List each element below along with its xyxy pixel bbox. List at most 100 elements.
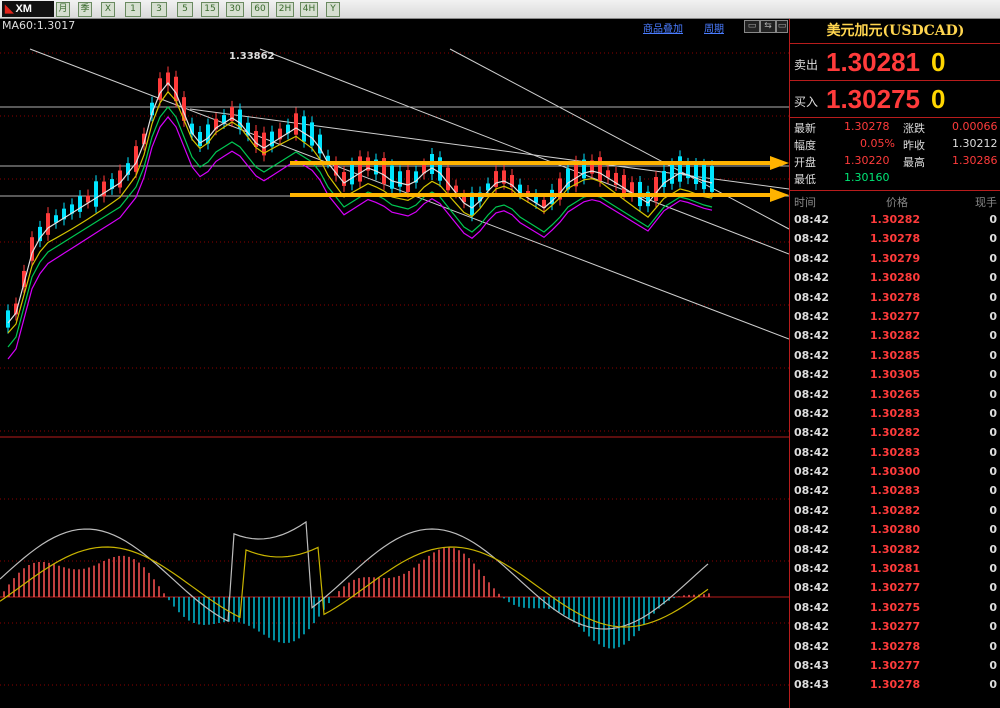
tick-price: 1.30279 bbox=[870, 251, 921, 265]
tick-volume: 0 bbox=[989, 251, 997, 265]
candle-body bbox=[118, 170, 122, 188]
tick-row: 08:42 1.30277 0 bbox=[790, 578, 1000, 597]
tick-time: 08:42 bbox=[794, 465, 830, 479]
tick-volume: 0 bbox=[989, 213, 997, 226]
period-button-2h[interactable]: 2H bbox=[276, 2, 294, 17]
open-value: 1.30220 bbox=[844, 154, 890, 167]
xm-logo: ◣ XM bbox=[2, 1, 54, 17]
tick-time: 08:42 bbox=[794, 387, 830, 401]
tick-time: 08:43 bbox=[794, 658, 830, 672]
tick-row: 08:42 1.30300 0 bbox=[790, 462, 1000, 481]
tick-row: 08:42 1.30265 0 bbox=[790, 385, 1000, 404]
tick-time: 08:42 bbox=[794, 406, 830, 420]
tick-price: 1.30277 bbox=[870, 658, 921, 672]
tick-price: 1.30278 bbox=[870, 232, 921, 246]
period-button-15[interactable]: 15 bbox=[201, 2, 219, 17]
latest-label: 最新 bbox=[794, 122, 816, 135]
tick-time: 08:42 bbox=[794, 503, 830, 517]
tick-row: 08:42 1.30283 0 bbox=[790, 404, 1000, 423]
amplitude-label: 幅度 bbox=[794, 139, 816, 152]
tick-time: 08:42 bbox=[794, 251, 830, 265]
candle-body bbox=[446, 167, 450, 191]
candle-body bbox=[294, 113, 298, 135]
layout-button-3[interactable]: ▭ bbox=[776, 20, 788, 33]
candle-body bbox=[438, 157, 442, 181]
tick-row: 08:42 1.30285 0 bbox=[790, 346, 1000, 365]
candle-body bbox=[94, 181, 98, 207]
cycle-link[interactable]: 周期 bbox=[704, 20, 724, 35]
period-button-y[interactable]: Y bbox=[326, 2, 340, 17]
candle-body bbox=[654, 177, 658, 201]
tick-price: 1.30282 bbox=[870, 503, 921, 517]
candle-body bbox=[358, 156, 362, 182]
tick-row: 08:42 1.30280 0 bbox=[790, 268, 1000, 287]
sell-quote-row[interactable]: 卖出 1.30281 0 bbox=[790, 44, 1000, 81]
tick-row: 08:42 1.30283 0 bbox=[790, 443, 1000, 462]
tick-volume: 0 bbox=[989, 329, 997, 343]
tick-time: 08:42 bbox=[794, 290, 830, 304]
tick-list[interactable]: 08:42 1.30282 0 08:42 1.30278 0 08:42 1.30279 0 0… bbox=[790, 210, 1000, 695]
tick-price: 1.30300 bbox=[870, 465, 921, 479]
tick-volume: 0 bbox=[989, 503, 997, 517]
tick-price: 1.30283 bbox=[870, 484, 921, 498]
ma-line-green bbox=[7, 106, 713, 348]
tick-time: 08:42 bbox=[794, 271, 830, 285]
buy-quote-row[interactable]: 买入 1.30275 0 bbox=[790, 81, 1000, 118]
candle-body bbox=[310, 122, 314, 146]
tick-row: 08:42 1.30282 0 bbox=[790, 423, 1000, 442]
kline-chart-area[interactable] bbox=[0, 19, 789, 708]
candle-body bbox=[350, 163, 354, 185]
tick-row: 08:42 1.30277 0 bbox=[790, 617, 1000, 636]
tick-price: 1.30282 bbox=[870, 329, 921, 343]
tick-price: 1.30275 bbox=[870, 600, 921, 614]
tick-volume: 0 bbox=[989, 484, 997, 498]
tick-volume: 0 bbox=[989, 445, 997, 459]
candle-body bbox=[566, 168, 570, 190]
ticks-header-price: 价格 bbox=[886, 196, 908, 209]
layout-button-2[interactable]: ⇆ bbox=[760, 20, 776, 33]
buy-price: 1.30275 bbox=[826, 84, 920, 114]
tick-price: 1.30281 bbox=[870, 562, 921, 576]
period-button-60[interactable]: 60 bbox=[251, 2, 269, 17]
annotation-arrow-lower-head bbox=[770, 188, 789, 202]
period-button-30[interactable]: 30 bbox=[226, 2, 244, 17]
period-button-5[interactable]: 5 bbox=[177, 2, 193, 17]
symbol-title: 美元加元(USDCAD) bbox=[790, 19, 1000, 44]
tick-price: 1.30280 bbox=[870, 523, 921, 537]
layout-button-1[interactable]: ▭ bbox=[744, 20, 760, 33]
tick-row: 08:42 1.30282 0 bbox=[790, 540, 1000, 559]
tick-volume: 0 bbox=[989, 581, 997, 595]
ma-line-white bbox=[7, 82, 713, 324]
tick-volume: 0 bbox=[989, 290, 997, 304]
tick-time: 08:42 bbox=[794, 348, 830, 362]
tick-row: 08:42 1.30282 0 bbox=[790, 326, 1000, 345]
add-product-link[interactable]: 商品叠加 bbox=[643, 20, 683, 35]
tick-price: 1.30265 bbox=[870, 387, 921, 401]
period-button-3[interactable]: 3 bbox=[151, 2, 167, 17]
tick-volume: 0 bbox=[989, 232, 997, 246]
chart-canvas[interactable] bbox=[0, 19, 789, 708]
period-button-4h[interactable]: 4H bbox=[300, 2, 318, 17]
ticks-header-volume: 现手 bbox=[975, 196, 997, 209]
tick-price: 1.30278 bbox=[870, 678, 921, 692]
tick-row: 08:42 1.30281 0 bbox=[790, 559, 1000, 578]
period-button-quarter[interactable]: 季 bbox=[78, 2, 92, 17]
tick-volume: 0 bbox=[989, 465, 997, 479]
tick-price: 1.30277 bbox=[870, 581, 921, 595]
ticks-header-time: 时间 bbox=[794, 196, 816, 209]
period-button-month[interactable]: 月 bbox=[56, 2, 70, 17]
trend-line bbox=[259, 48, 789, 255]
tick-row: 08:42 1.30278 0 bbox=[790, 637, 1000, 656]
peak-price-label: 1.33862 bbox=[229, 51, 275, 62]
period-button-1[interactable]: 1 bbox=[125, 2, 141, 17]
sell-price: 1.30281 bbox=[826, 47, 920, 77]
change-value: 0.00066 bbox=[952, 120, 998, 133]
tick-price: 1.30277 bbox=[870, 309, 921, 323]
tick-volume: 0 bbox=[989, 348, 997, 362]
tick-time: 08:42 bbox=[794, 329, 830, 343]
tick-volume: 0 bbox=[989, 271, 997, 285]
tick-time: 08:42 bbox=[794, 523, 830, 537]
period-button-x[interactable]: X bbox=[101, 2, 115, 17]
tick-volume: 0 bbox=[989, 309, 997, 323]
tick-volume: 0 bbox=[989, 658, 997, 672]
